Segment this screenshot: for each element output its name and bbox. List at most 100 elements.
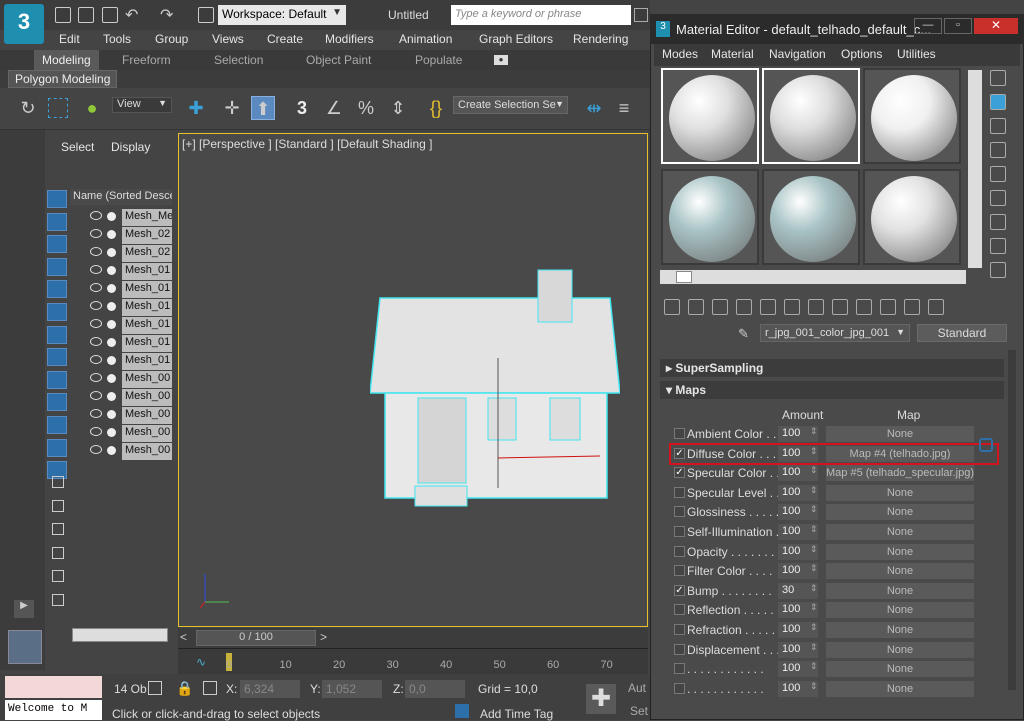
- freeze-icon[interactable]: [107, 284, 116, 293]
- visibility-eye-icon[interactable]: [90, 319, 102, 328]
- eyedropper-icon[interactable]: ✎: [738, 326, 749, 342]
- visibility-eye-icon[interactable]: [90, 391, 102, 400]
- map-enable-checkbox[interactable]: [674, 604, 685, 616]
- map-enable-checkbox[interactable]: [674, 526, 685, 537]
- next-frame-icon[interactable]: >: [320, 630, 327, 644]
- tab-populate[interactable]: Populate: [415, 53, 462, 67]
- filter-spacewarp-icon[interactable]: [47, 303, 67, 321]
- slots-vertical-scrollbar[interactable]: [968, 70, 982, 268]
- freeze-icon[interactable]: [107, 230, 116, 239]
- map-enable-checkbox[interactable]: [674, 486, 685, 498]
- menu-create[interactable]: Create: [267, 32, 303, 46]
- visibility-eye-icon[interactable]: [90, 355, 102, 364]
- menu-views[interactable]: Views: [212, 32, 244, 46]
- map-enable-checkbox[interactable]: [674, 663, 685, 675]
- freeze-icon[interactable]: [107, 302, 116, 311]
- lock-icon[interactable]: 🔒: [176, 680, 193, 697]
- minimize-button[interactable]: —: [914, 18, 942, 34]
- auto-key[interactable]: Aut: [628, 681, 646, 695]
- put-to-scene-icon[interactable]: [688, 299, 704, 315]
- menu-graph-editors[interactable]: Graph Editors: [479, 32, 553, 46]
- scene-row[interactable]: Mesh_01: [90, 263, 172, 280]
- map-button[interactable]: None: [826, 582, 974, 599]
- get-material-icon[interactable]: [664, 299, 680, 315]
- visibility-eye-icon[interactable]: [90, 427, 102, 436]
- map-enable-checkbox[interactable]: ✓: [674, 584, 685, 596]
- funnel-icon[interactable]: [52, 570, 64, 582]
- viewport-label[interactable]: [+] [Perspective ] [Standard ] [Default …: [182, 137, 432, 151]
- slots-horizontal-scrollbar[interactable]: [660, 270, 966, 284]
- filter-funnel-icon[interactable]: [52, 546, 64, 559]
- scene-row[interactable]: Mesh_00: [90, 425, 172, 442]
- show-map-icon[interactable]: [856, 299, 872, 315]
- open-file-icon[interactable]: [78, 7, 94, 23]
- select-region-icon[interactable]: [48, 98, 68, 118]
- put-to-library-icon[interactable]: [808, 299, 824, 315]
- tab-selection[interactable]: Selection: [214, 53, 263, 67]
- spinner-icon[interactable]: ⇕: [810, 681, 818, 692]
- scene-horizontal-scrollbar[interactable]: [72, 628, 168, 642]
- video-color-check-icon[interactable]: [990, 166, 1006, 182]
- menu-group[interactable]: Group: [155, 32, 188, 46]
- material-name-dropdown[interactable]: r_jpg_001_color_jpg_001 ▼: [760, 324, 910, 342]
- map-button[interactable]: None: [826, 622, 974, 638]
- filter-group-icon[interactable]: [47, 325, 67, 344]
- app-logo[interactable]: 3: [4, 4, 44, 44]
- visibility-eye-icon[interactable]: [90, 445, 102, 454]
- tab-display[interactable]: Display: [111, 140, 150, 154]
- material-slot[interactable]: [661, 68, 759, 164]
- go-forward-icon[interactable]: [928, 299, 944, 315]
- filter-sphere-icon[interactable]: [47, 190, 67, 208]
- curve-editor-icon[interactable]: ∿: [196, 655, 206, 669]
- x-coordinate[interactable]: 6,324: [240, 680, 300, 698]
- project-folder-icon[interactable]: [198, 7, 214, 23]
- rollout-scrollbar[interactable]: [1008, 350, 1016, 690]
- undo-scene-icon[interactable]: ↻: [16, 96, 40, 120]
- map-button[interactable]: None: [826, 602, 974, 619]
- menu-options[interactable]: Options: [841, 47, 882, 61]
- visibility-eye-icon[interactable]: [90, 265, 102, 274]
- menu-modifiers[interactable]: Modifiers: [325, 32, 374, 46]
- menu-modes[interactable]: Modes: [662, 47, 698, 61]
- add-time-tag[interactable]: Add Time Tag: [480, 707, 553, 721]
- map-button[interactable]: None: [826, 661, 974, 678]
- link-icon[interactable]: [979, 438, 993, 452]
- spinner-icon[interactable]: ⇕: [810, 642, 818, 653]
- sample-type-icon[interactable]: [990, 70, 1006, 86]
- background-icon[interactable]: [990, 118, 1006, 134]
- filter-light-icon[interactable]: [47, 235, 67, 254]
- map-enable-checkbox[interactable]: ✓: [674, 467, 685, 479]
- make-preview-icon[interactable]: [990, 190, 1006, 206]
- spinner-icon[interactable]: ⇕: [810, 465, 818, 476]
- map-button[interactable]: None: [826, 563, 974, 580]
- options-icon[interactable]: [990, 214, 1006, 230]
- paint-selection-icon[interactable]: ●: [80, 96, 104, 120]
- map-button[interactable]: None: [826, 543, 974, 560]
- scene-row[interactable]: Mesh_01: [90, 317, 172, 334]
- save-icon[interactable]: [102, 7, 118, 23]
- map-button[interactable]: None: [826, 504, 974, 521]
- material-slot[interactable]: [863, 68, 961, 164]
- maximize-button[interactable]: ▫: [944, 18, 972, 34]
- make-unique-icon[interactable]: [784, 299, 800, 315]
- rollout-maps[interactable]: ▾ Maps: [660, 381, 1004, 399]
- folder-icon[interactable]: [52, 593, 64, 606]
- key-mode-icon[interactable]: ✚: [586, 684, 616, 714]
- isolate-icon[interactable]: [148, 681, 162, 695]
- map-enable-checkbox[interactable]: [674, 545, 685, 557]
- menu-navigation[interactable]: Navigation: [769, 47, 826, 61]
- workspace-dropdown[interactable]: Workspace: Default ▼: [218, 5, 346, 25]
- z-coordinate[interactable]: 0,0: [405, 680, 465, 698]
- spinner-icon[interactable]: ⇕: [810, 661, 818, 672]
- material-slot[interactable]: [863, 169, 961, 265]
- filter-xref-icon[interactable]: [47, 348, 67, 367]
- percent-snap-icon[interactable]: %: [354, 96, 378, 120]
- freeze-icon[interactable]: [107, 410, 116, 419]
- material-type-button[interactable]: Standard: [917, 324, 1007, 342]
- maxscript-listener[interactable]: [5, 676, 102, 698]
- viewport-thumbnail[interactable]: [8, 630, 42, 664]
- search-options-icon[interactable]: [634, 8, 648, 22]
- spinner-icon[interactable]: ⇕: [810, 544, 818, 555]
- new-file-icon[interactable]: [55, 7, 71, 23]
- spinner-icon[interactable]: ⇕: [810, 563, 818, 574]
